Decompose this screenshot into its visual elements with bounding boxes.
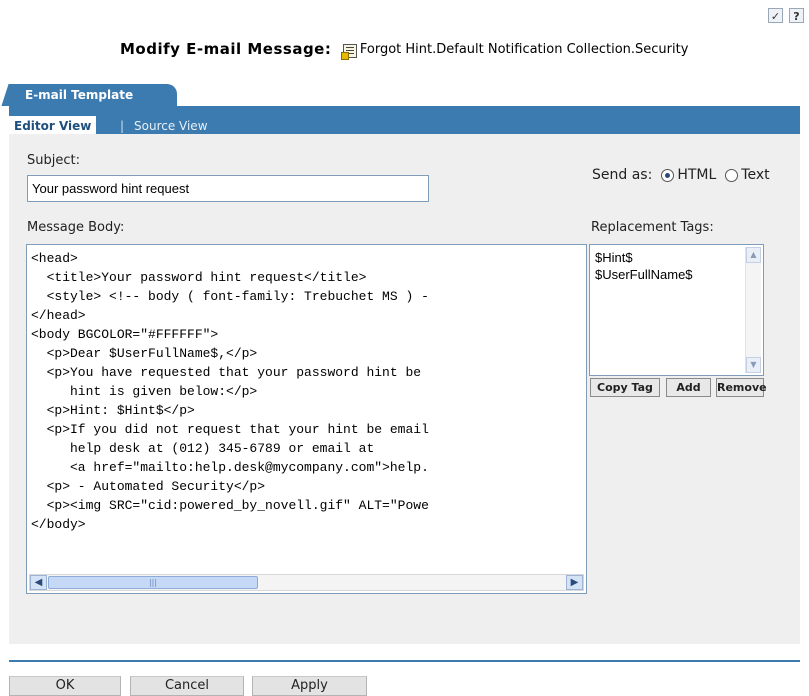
list-item[interactable]: $UserFullName$ xyxy=(595,266,693,283)
subject-label: Subject: xyxy=(27,153,80,168)
subject-input[interactable]: Your password hint request xyxy=(27,175,429,202)
replacement-tags-label: Replacement Tags: xyxy=(591,220,714,235)
radio-html-label[interactable]: HTML xyxy=(677,167,716,183)
code-line: <style> <!-- body ( font-family: Trebuch… xyxy=(31,289,429,304)
code-line: <a href="mailto:help.desk@mycompany.com"… xyxy=(31,460,429,475)
source-view-tab[interactable]: Source View xyxy=(134,117,208,135)
radio-html[interactable] xyxy=(661,168,675,182)
object-name: Forgot Hint.Default Notification Collect… xyxy=(359,41,689,57)
task-list-icon[interactable]: ✓ xyxy=(768,8,783,23)
code-line: hint is given below:</p> xyxy=(31,384,258,399)
code-line: </body> xyxy=(31,517,86,532)
scroll-right-icon[interactable]: ▶ xyxy=(566,575,583,590)
add-tag-button[interactable]: Add xyxy=(666,378,711,397)
send-as-row: Send as: HTML Text xyxy=(592,167,770,183)
scroll-left-icon[interactable]: ◀ xyxy=(30,575,47,590)
send-as-label: Send as: xyxy=(592,167,653,183)
page-title: Modify E-mail Message xyxy=(120,40,325,58)
notification-object-icon xyxy=(340,44,357,60)
radio-text-label[interactable]: Text xyxy=(741,167,769,183)
vertical-scrollbar[interactable]: ▲ ▼ xyxy=(745,247,761,373)
code-line: <p> - Automated Security</p> xyxy=(31,479,266,494)
title-row: Modify E-mail Message : Forgot Hint.Defa… xyxy=(120,39,689,60)
copy-tag-button[interactable]: Copy Tag xyxy=(590,378,660,397)
code-line: <p><img SRC="cid:powered_by_novell.gif" … xyxy=(31,498,429,513)
cancel-button[interactable]: Cancel xyxy=(130,676,244,696)
radio-text[interactable] xyxy=(725,168,739,182)
title-colon: : xyxy=(324,40,331,58)
message-body-label: Message Body: xyxy=(27,220,125,235)
ok-button[interactable]: OK xyxy=(9,676,121,696)
tab-email-template[interactable]: E-mail Template xyxy=(11,84,177,106)
scroll-down-icon[interactable]: ▼ xyxy=(746,357,761,373)
remove-tag-button[interactable]: Remove xyxy=(716,378,767,397)
code-line: <body BGCOLOR="#FFFFFF"> xyxy=(31,327,219,342)
code-line: <p>If you did not request that your hint… xyxy=(31,422,429,437)
code-line: <head> xyxy=(31,251,78,266)
view-separator: | xyxy=(120,119,125,133)
code-line: <title>Your password hint request</title… xyxy=(31,270,367,285)
replacement-tags-list[interactable]: $Hint$ $UserFullName$ ▲ ▼ xyxy=(589,244,764,376)
code-line: </head> xyxy=(31,308,86,323)
scroll-up-icon[interactable]: ▲ xyxy=(746,247,761,263)
code-line: help desk at (012) 345-6789 or email at xyxy=(31,441,375,456)
view-bar xyxy=(9,106,800,134)
toolbar-icons: ✓ ? xyxy=(768,8,806,24)
code-line: <p>You have requested that your password… xyxy=(31,365,422,380)
horizontal-scrollbar[interactable]: ◀ ||| ▶ xyxy=(29,574,584,591)
scroll-thumb[interactable]: ||| xyxy=(48,576,258,589)
message-body-textarea[interactable]: <head> <title>Your password hint request… xyxy=(26,244,587,594)
apply-button[interactable]: Apply xyxy=(252,676,367,696)
help-icon[interactable]: ? xyxy=(789,8,804,23)
code-line: <p>Dear $UserFullName$,</p> xyxy=(31,346,258,361)
list-item[interactable]: $Hint$ xyxy=(595,249,633,266)
code-line: <p>Hint: $Hint$</p> xyxy=(31,403,195,418)
footer-divider xyxy=(9,660,800,662)
